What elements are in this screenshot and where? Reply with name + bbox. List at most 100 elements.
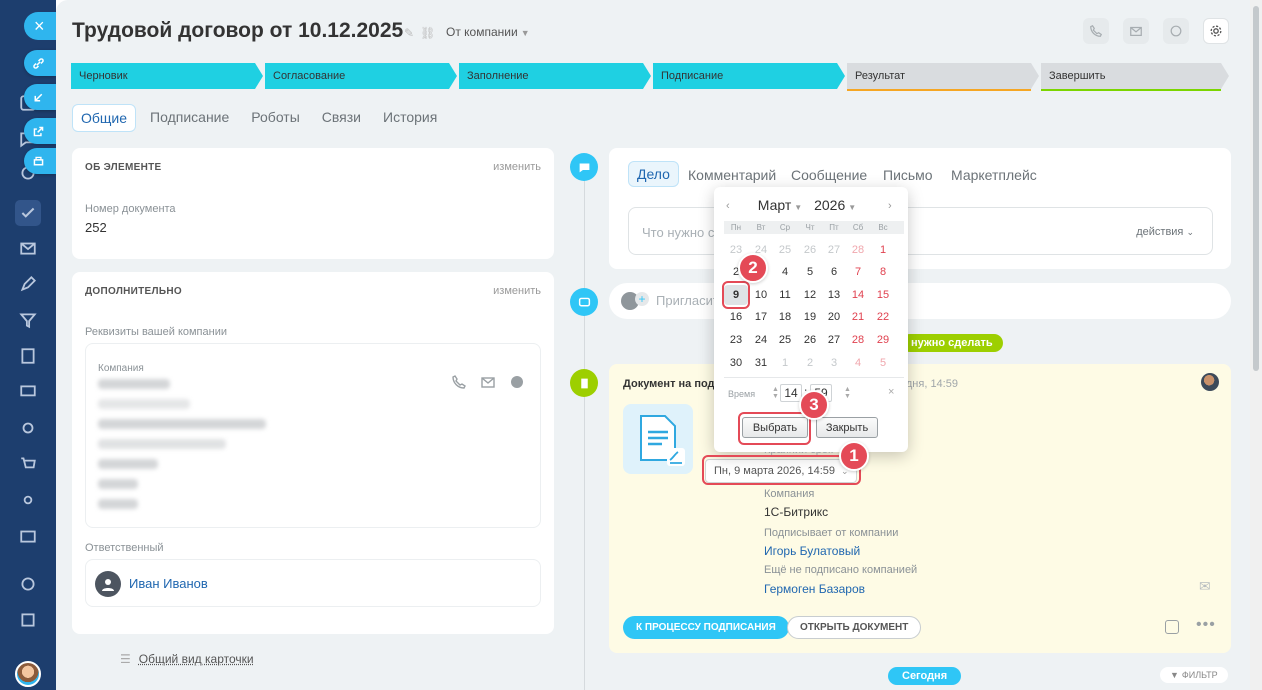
calendar-day[interactable]: 23 bbox=[724, 330, 748, 350]
tab-letter[interactable]: Письмо bbox=[883, 167, 933, 183]
calendar-day[interactable]: 7 bbox=[846, 262, 870, 282]
responsible-name[interactable]: Иван Иванов bbox=[129, 576, 208, 591]
minimize-button[interactable] bbox=[24, 84, 56, 110]
calendar-day[interactable]: 25 bbox=[773, 240, 797, 260]
email-action-button[interactable] bbox=[1123, 18, 1149, 44]
signing-process-button[interactable]: К ПРОЦЕССУ ПОДПИСАНИЯ bbox=[623, 616, 789, 639]
envelope-icon[interactable] bbox=[480, 374, 496, 393]
calendar-day[interactable]: 27 bbox=[822, 330, 846, 350]
settings-nav-icon[interactable] bbox=[17, 573, 39, 595]
copy-link-button[interactable] bbox=[24, 50, 56, 76]
more-nav-icon[interactable] bbox=[17, 609, 39, 631]
hour-stepper-icon[interactable]: ▲ ▼ bbox=[772, 386, 779, 400]
calendar-day[interactable]: 11 bbox=[773, 285, 797, 305]
tab-comment[interactable]: Комментарий bbox=[688, 167, 776, 183]
edit-link[interactable]: изменить bbox=[493, 285, 541, 297]
month-select[interactable]: Март bbox=[758, 197, 792, 213]
close-picker-button[interactable]: Закрыть bbox=[816, 417, 878, 438]
calendar-day[interactable]: 21 bbox=[846, 307, 870, 327]
year-select[interactable]: 2026 bbox=[814, 197, 845, 213]
settings-button[interactable] bbox=[1203, 18, 1229, 44]
chat-action-button[interactable] bbox=[1163, 18, 1189, 44]
stage-approval[interactable]: Согласование bbox=[265, 63, 457, 89]
signer-name[interactable]: Игорь Булатовый bbox=[764, 544, 860, 558]
calendar-day[interactable]: 18 bbox=[773, 307, 797, 327]
calendar-day[interactable]: 2 bbox=[798, 353, 822, 373]
open-new-window-button[interactable] bbox=[24, 118, 56, 144]
pen-icon[interactable] bbox=[17, 273, 39, 295]
calendar-day[interactable]: 31 bbox=[749, 353, 773, 373]
open-document-button[interactable]: ОТКРЫТЬ ДОКУМЕНТ bbox=[787, 616, 922, 639]
note-icon[interactable] bbox=[1165, 620, 1179, 634]
calendar-day[interactable]: 25 bbox=[773, 330, 797, 350]
calendar-day[interactable]: 4 bbox=[846, 353, 870, 373]
scrollbar[interactable] bbox=[1250, 0, 1262, 690]
tab-signing[interactable]: Подписание bbox=[142, 104, 237, 132]
calendar-day[interactable]: 4 bbox=[773, 262, 797, 282]
mail-icon[interactable] bbox=[17, 237, 39, 259]
tab-robots[interactable]: Роботы bbox=[243, 104, 307, 132]
scrollbar-thumb[interactable] bbox=[1253, 6, 1259, 371]
monitor-icon[interactable] bbox=[17, 381, 39, 403]
document-thumbnail[interactable] bbox=[623, 404, 693, 474]
general-card-view-link[interactable]: ☰ Общий вид карточки bbox=[120, 652, 254, 666]
funnel-icon[interactable] bbox=[17, 309, 39, 331]
calendar-day[interactable]: 5 bbox=[871, 353, 895, 373]
actions-dropdown[interactable]: действия ⌄ bbox=[1136, 226, 1194, 238]
edit-pencil-icon[interactable]: ✎ bbox=[404, 26, 414, 40]
checklist-icon[interactable] bbox=[15, 200, 41, 226]
stage-result[interactable]: Результат bbox=[847, 63, 1039, 89]
clear-time-icon[interactable]: × bbox=[888, 386, 894, 398]
phone-icon[interactable] bbox=[451, 374, 467, 393]
tab-links[interactable]: Связи bbox=[314, 104, 369, 132]
calendar-day[interactable]: 3 bbox=[822, 353, 846, 373]
more-icon[interactable]: ••• bbox=[1196, 616, 1216, 634]
phone-action-button[interactable] bbox=[1083, 18, 1109, 44]
tools-icon[interactable] bbox=[17, 417, 39, 439]
box-icon[interactable] bbox=[17, 525, 39, 547]
author-avatar[interactable] bbox=[1201, 373, 1219, 391]
calendar-day[interactable]: 27 bbox=[822, 240, 846, 260]
tab-message[interactable]: Сообщение bbox=[791, 167, 867, 183]
gear-small-icon[interactable] bbox=[17, 489, 39, 511]
calendar-day[interactable]: 22 bbox=[871, 307, 895, 327]
chat-icon[interactable] bbox=[509, 374, 525, 393]
calendar-day[interactable]: 17 bbox=[749, 307, 773, 327]
calendar-day[interactable]: 16 bbox=[724, 307, 748, 327]
invite-bar[interactable]: + Пригласить bbox=[609, 283, 1231, 319]
tab-deal[interactable]: Дело bbox=[628, 161, 679, 187]
calendar-day[interactable]: 28 bbox=[846, 240, 870, 260]
calendar-day[interactable]: 28 bbox=[846, 330, 870, 350]
calendar-day[interactable]: 24 bbox=[749, 330, 773, 350]
calendar-day[interactable]: 20 bbox=[822, 307, 846, 327]
tab-general[interactable]: Общие bbox=[72, 104, 137, 132]
calendar-day[interactable]: 19 bbox=[798, 307, 822, 327]
unsigned-name[interactable]: Гермоген Базаров bbox=[764, 582, 865, 596]
print-button[interactable] bbox=[24, 148, 56, 174]
stage-signing[interactable]: Подписание bbox=[653, 63, 845, 89]
add-comment-icon[interactable]: ✉ bbox=[1199, 578, 1211, 595]
calendar-day[interactable]: 15 bbox=[871, 285, 895, 305]
calendar-day[interactable]: 14 bbox=[846, 285, 870, 305]
calendar-day[interactable]: 30 bbox=[724, 353, 748, 373]
company-selector[interactable]: От компании ▼ bbox=[446, 25, 530, 39]
filter-button[interactable]: ▼ ФИЛЬТР bbox=[1160, 667, 1228, 683]
hour-input[interactable]: 14 bbox=[780, 384, 802, 402]
calendar-day[interactable]: 6 bbox=[822, 262, 846, 282]
calendar-day[interactable]: 1 bbox=[773, 353, 797, 373]
tab-marketplace[interactable]: Маркетплейс bbox=[951, 167, 1037, 183]
user-avatar[interactable] bbox=[15, 661, 41, 687]
edit-link[interactable]: изменить bbox=[493, 161, 541, 173]
calendar-day[interactable]: 5 bbox=[798, 262, 822, 282]
calendar-day[interactable]: 1 bbox=[871, 240, 895, 260]
link-chain-icon[interactable]: ⛓ bbox=[420, 26, 435, 40]
tab-history[interactable]: История bbox=[375, 104, 445, 132]
next-month-button[interactable]: › bbox=[888, 200, 892, 212]
stage-filling[interactable]: Заполнение bbox=[459, 63, 651, 89]
stage-draft[interactable]: Черновик bbox=[71, 63, 263, 89]
doc-icon[interactable] bbox=[17, 345, 39, 367]
calendar-day[interactable]: 10 bbox=[749, 285, 773, 305]
minute-stepper-icon[interactable]: ▲ ▼ bbox=[844, 386, 851, 400]
stage-finish[interactable]: Завершить bbox=[1041, 63, 1229, 89]
calendar-day[interactable]: 12 bbox=[798, 285, 822, 305]
